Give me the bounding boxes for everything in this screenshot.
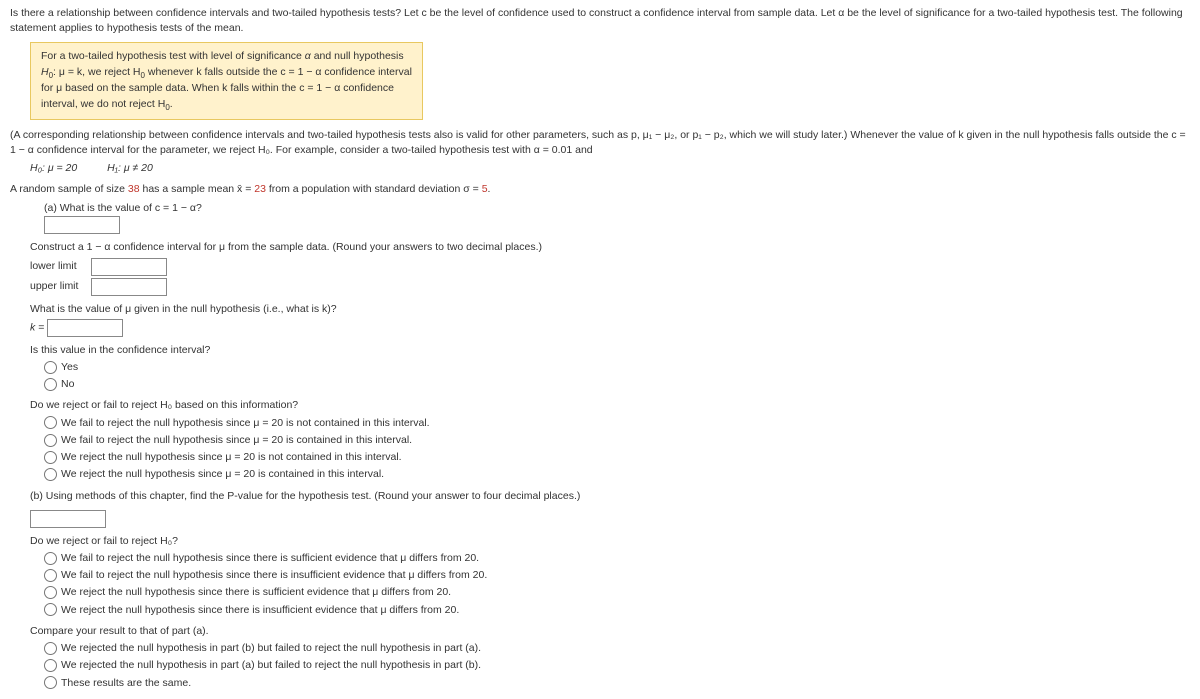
- k-input[interactable]: [47, 319, 123, 337]
- radio-rej2-0[interactable]: [44, 552, 57, 565]
- rej-opt-0[interactable]: We fail to reject the null hypothesis si…: [44, 417, 430, 429]
- ci-prompt: Construct a 1 − α confidence interval fo…: [30, 240, 1190, 255]
- radio-yes[interactable]: [44, 361, 57, 374]
- sample-mid1: has a sample mean x̄ =: [140, 183, 255, 195]
- radio-rej2-1[interactable]: [44, 569, 57, 582]
- sample-n: 38: [128, 183, 140, 195]
- upper-limit-label: upper limit: [30, 279, 88, 294]
- reject-question-a: Do we reject or fail to reject H₀ based …: [30, 398, 1190, 413]
- rej2-label-3: We reject the null hypothesis since ther…: [61, 604, 459, 616]
- rej-opt-2[interactable]: We reject the null hypothesis since μ = …: [44, 451, 402, 463]
- radio-no[interactable]: [44, 378, 57, 391]
- in-interval-question: Is this value in the confidence interval…: [30, 343, 1190, 358]
- rej2-opt-2[interactable]: We reject the null hypothesis since ther…: [44, 586, 451, 598]
- compare-question: Compare your result to that of part (a).: [30, 624, 1190, 639]
- box-line2b: : μ = k, we reject H: [53, 66, 140, 78]
- part-b-question: (b) Using methods of this chapter, find …: [30, 489, 1190, 504]
- radio-rej-0[interactable]: [44, 416, 57, 429]
- cmp-label-2: These results are the same.: [61, 677, 191, 689]
- definition-box: For a two-tailed hypothesis test with le…: [30, 42, 423, 120]
- rej2-label-2: We reject the null hypothesis since ther…: [61, 586, 451, 598]
- opt-yes[interactable]: Yes: [44, 361, 78, 373]
- reject-question-b: Do we reject or fail to reject H₀?: [30, 534, 1190, 549]
- sample-xbar: 23: [254, 183, 266, 195]
- cmp-label-1: We rejected the null hypothesis in part …: [61, 659, 481, 671]
- opt-no[interactable]: No: [44, 378, 74, 390]
- hyp-h0: H₀: μ = 20: [30, 162, 77, 174]
- intro-text: Is there a relationship between confiden…: [10, 6, 1190, 36]
- box-line2c: whenever k falls outside the c = 1 − α c…: [145, 66, 412, 78]
- rej2-label-0: We fail to reject the null hypothesis si…: [61, 552, 479, 564]
- box-line1a: For a two-tailed hypothesis test with le…: [41, 50, 305, 62]
- k-label: k =: [30, 321, 44, 333]
- radio-cmp-0[interactable]: [44, 642, 57, 655]
- sample-mid2: from a population with standard deviatio…: [266, 183, 482, 195]
- sample-end: .: [488, 183, 491, 195]
- rej2-opt-3[interactable]: We reject the null hypothesis since ther…: [44, 604, 459, 616]
- rej-label-2: We reject the null hypothesis since μ = …: [61, 451, 402, 463]
- no-label: No: [61, 378, 74, 390]
- lower-limit-label: lower limit: [30, 259, 88, 274]
- rej-label-1: We fail to reject the null hypothesis si…: [61, 434, 412, 446]
- box-line3: for μ based on the sample data. When k f…: [41, 81, 412, 96]
- cmp-opt-1[interactable]: We rejected the null hypothesis in part …: [44, 659, 481, 671]
- radio-rej2-3[interactable]: [44, 603, 57, 616]
- rej-opt-1[interactable]: We fail to reject the null hypothesis si…: [44, 434, 412, 446]
- cmp-label-0: We rejected the null hypothesis in part …: [61, 642, 481, 654]
- rej2-opt-1[interactable]: We fail to reject the null hypothesis si…: [44, 569, 487, 581]
- radio-rej2-2[interactable]: [44, 586, 57, 599]
- part-a-question: (a) What is the value of c = 1 − α?: [44, 201, 1190, 216]
- radio-rej-3[interactable]: [44, 468, 57, 481]
- paragraph-2: (A corresponding relationship between co…: [10, 128, 1190, 158]
- box-line4b: .: [170, 98, 173, 110]
- upper-limit-input[interactable]: [91, 278, 167, 296]
- k-question: What is the value of μ given in the null…: [30, 302, 1190, 317]
- rej-label-3: We reject the null hypothesis since μ = …: [61, 468, 384, 480]
- lower-limit-input[interactable]: [91, 258, 167, 276]
- rej-label-0: We fail to reject the null hypothesis si…: [61, 417, 430, 429]
- cmp-opt-0[interactable]: We rejected the null hypothesis in part …: [44, 642, 481, 654]
- box-h0: H: [41, 66, 49, 78]
- sample-pre: A random sample of size: [10, 183, 128, 195]
- radio-rej-1[interactable]: [44, 434, 57, 447]
- pvalue-input[interactable]: [30, 510, 106, 528]
- box-line4a: interval, we do not reject H: [41, 98, 165, 110]
- radio-rej-2[interactable]: [44, 451, 57, 464]
- yes-label: Yes: [61, 361, 78, 373]
- c-value-input[interactable]: [44, 216, 120, 234]
- radio-cmp-1[interactable]: [44, 659, 57, 672]
- rej-opt-3[interactable]: We reject the null hypothesis since μ = …: [44, 468, 384, 480]
- rej2-label-1: We fail to reject the null hypothesis si…: [61, 569, 487, 581]
- hyp-h1: H₁: μ ≠ 20: [107, 162, 153, 174]
- box-line1b: and null hypothesis: [311, 50, 404, 62]
- radio-cmp-2[interactable]: [44, 676, 57, 689]
- rej2-opt-0[interactable]: We fail to reject the null hypothesis si…: [44, 552, 479, 564]
- cmp-opt-2[interactable]: These results are the same.: [44, 677, 191, 689]
